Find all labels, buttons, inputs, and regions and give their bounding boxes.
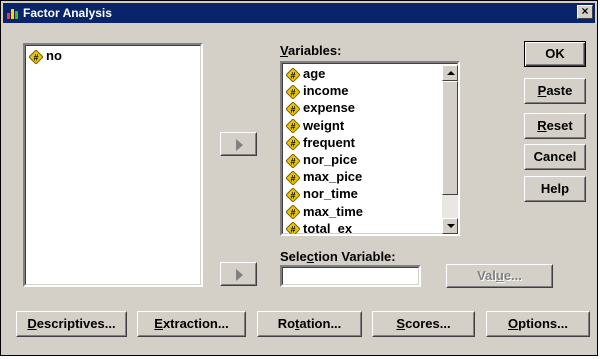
numeric-variable-icon <box>286 188 300 202</box>
options-button[interactable]: Options... <box>486 311 590 337</box>
variable-name: expense <box>303 100 356 116</box>
scores-button[interactable]: Scores... <box>372 311 475 337</box>
ok-button[interactable]: OK <box>524 41 586 67</box>
paste-button[interactable]: Paste <box>524 78 586 104</box>
scroll-thumb[interactable] <box>442 81 458 195</box>
numeric-variable-icon <box>29 50 43 64</box>
variable-list-item[interactable]: age <box>286 66 325 82</box>
arrow-right-icon <box>236 139 243 151</box>
numeric-variable-icon <box>286 136 300 150</box>
variable-name: nor_time <box>303 186 358 202</box>
variable-list-item[interactable]: nor_pice <box>286 152 357 168</box>
factor-analysis-dialog: Factor Analysis × no Variables: age incom… <box>0 0 598 356</box>
value-button[interactable]: Value... <box>446 264 553 288</box>
variable-name: age <box>303 66 326 81</box>
numeric-variable-icon <box>286 119 300 133</box>
variable-name: nor_pice <box>303 152 358 167</box>
variable-name: frequent <box>303 134 355 150</box>
numeric-variable-icon <box>286 205 300 219</box>
variable-name: max_time <box>303 203 363 219</box>
variable-list-item[interactable]: weignt <box>286 118 344 134</box>
arrow-right-icon <box>236 269 243 281</box>
source-variable-list[interactable]: no <box>23 43 203 287</box>
rotation-button[interactable]: Rotation... <box>257 311 362 337</box>
move-to-variables-button[interactable] <box>220 132 257 156</box>
variables-list[interactable]: age income expense weignt frequent nor_picema… <box>280 61 460 236</box>
title-bar[interactable]: Factor Analysis × <box>3 3 595 23</box>
variables-label: Variables: <box>280 43 342 58</box>
variable-name: weignt <box>303 117 345 133</box>
source-variable-item[interactable]: no <box>29 48 62 64</box>
scroll-up-button[interactable] <box>442 65 458 81</box>
variable-name: no <box>46 48 62 63</box>
selection-variable-field[interactable] <box>280 265 421 287</box>
window-title: Factor Analysis <box>23 6 112 20</box>
extraction-button[interactable]: Extraction... <box>137 311 246 337</box>
reset-button[interactable]: Reset <box>524 113 586 139</box>
spss-icon <box>7 9 18 19</box>
variable-list-item[interactable]: expense <box>286 100 355 116</box>
close-button[interactable]: × <box>577 5 593 19</box>
descriptives-button[interactable]: Descriptives... <box>16 311 127 337</box>
numeric-variable-icon <box>286 222 300 236</box>
scroll-up-icon <box>447 71 455 75</box>
move-to-selection-button[interactable] <box>220 262 257 286</box>
scroll-down-icon <box>447 224 455 228</box>
variable-name: income <box>303 83 349 99</box>
variable-list-item[interactable]: max_time <box>286 204 363 220</box>
variable-list-item[interactable]: frequent <box>286 135 355 151</box>
selection-variable-label: Selection Variable: <box>280 249 396 264</box>
help-button[interactable]: Help <box>524 176 586 202</box>
numeric-variable-icon <box>286 171 300 185</box>
numeric-variable-icon <box>286 68 300 82</box>
variables-scrollbar[interactable] <box>442 65 458 234</box>
numeric-variable-icon <box>286 102 300 116</box>
numeric-variable-icon <box>286 85 300 99</box>
variable-list-item[interactable]: income <box>286 83 349 99</box>
variable-name: max_pice <box>303 169 363 185</box>
variable-list-item[interactable]: max_pice <box>286 169 362 185</box>
close-icon: × <box>581 4 589 18</box>
cancel-button[interactable]: Cancel <box>524 144 586 170</box>
numeric-variable-icon <box>286 154 300 168</box>
scroll-down-button[interactable] <box>442 218 458 234</box>
variable-list-item[interactable]: total_ex <box>286 220 353 236</box>
variable-list-item[interactable]: nor_time <box>286 186 358 202</box>
variable-name: total_ex <box>303 220 353 236</box>
